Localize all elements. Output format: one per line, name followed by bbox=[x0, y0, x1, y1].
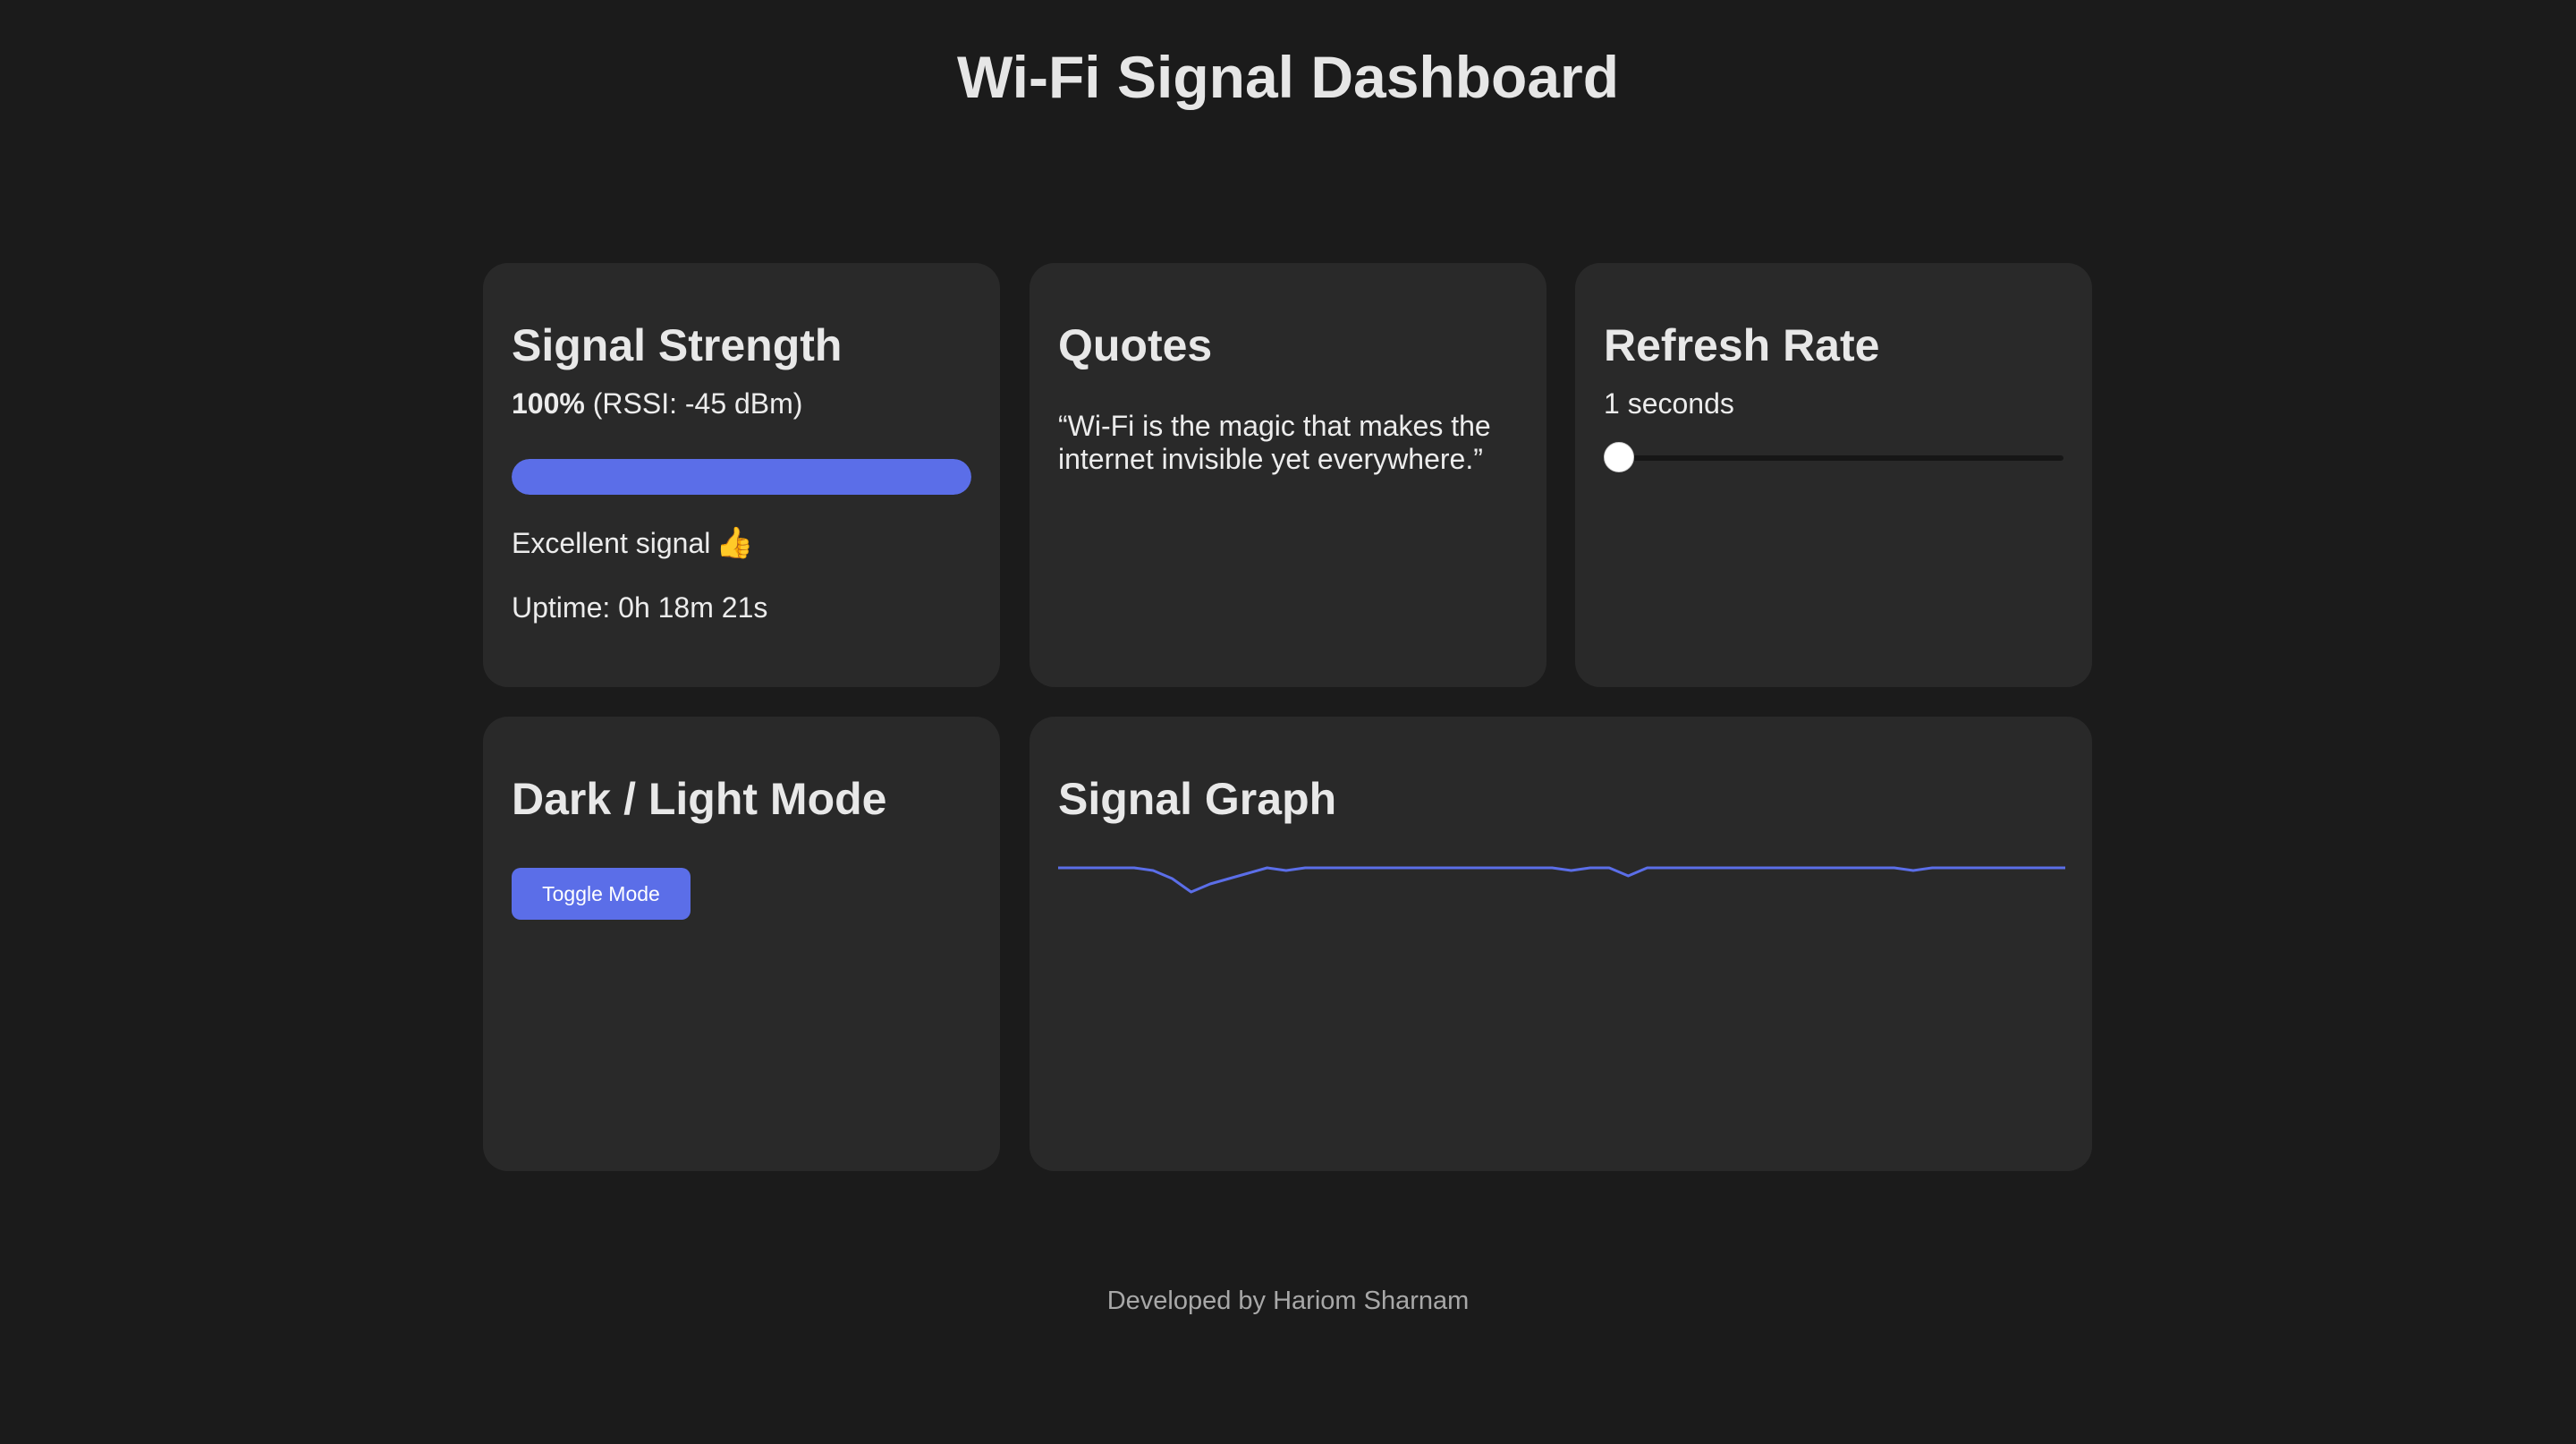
slider-track[interactable] bbox=[1604, 455, 2063, 461]
page-title: Wi-Fi Signal Dashboard bbox=[956, 44, 1620, 110]
footer-credit: Developed by Hariom Sharnam bbox=[1106, 1287, 1470, 1315]
signal-status: Excellent signal 👍 bbox=[512, 526, 754, 560]
signal-percent: 100% bbox=[512, 387, 585, 420]
signal-graph-chart bbox=[1058, 866, 2065, 894]
signal-strength-title: Signal Strength bbox=[512, 320, 843, 370]
thumbs-up-icon: 👍 bbox=[716, 525, 754, 561]
signal-strength-card: Signal Strength 100% (RSSI: -45 dBm) Exc… bbox=[483, 263, 1000, 687]
signal-progress-bar bbox=[512, 459, 971, 495]
theme-mode-card: Dark / Light Mode Toggle Mode bbox=[483, 717, 1000, 1171]
quotes-title: Quotes bbox=[1058, 320, 1213, 370]
signal-graph-card: Signal Graph bbox=[1030, 717, 2092, 1171]
refresh-rate-card: Refresh Rate 1 seconds bbox=[1575, 263, 2092, 687]
signal-graph-title: Signal Graph bbox=[1058, 774, 1337, 824]
refresh-rate-value: 1 seconds bbox=[1604, 387, 1734, 420]
toggle-mode-button[interactable]: Toggle Mode bbox=[512, 868, 691, 920]
signal-rssi: (RSSI: -45 dBm) bbox=[592, 387, 803, 420]
quote-text: “Wi-Fi is the magic that makes the inter… bbox=[1058, 410, 1491, 475]
signal-readout: 100% (RSSI: -45 dBm) bbox=[512, 386, 802, 420]
uptime-text: Uptime: 0h 18m 21s bbox=[512, 591, 768, 624]
signal-progress-fill bbox=[512, 459, 971, 495]
signal-graph-series-line bbox=[1058, 866, 2065, 894]
signal-status-text: Excellent signal bbox=[512, 527, 711, 559]
refresh-rate-slider[interactable] bbox=[1604, 442, 2063, 474]
theme-mode-title: Dark / Light Mode bbox=[512, 774, 887, 824]
refresh-rate-title: Refresh Rate bbox=[1604, 320, 1880, 370]
quotes-card: Quotes “Wi-Fi is the magic that makes th… bbox=[1030, 263, 1546, 687]
slider-thumb[interactable] bbox=[1604, 442, 1634, 472]
